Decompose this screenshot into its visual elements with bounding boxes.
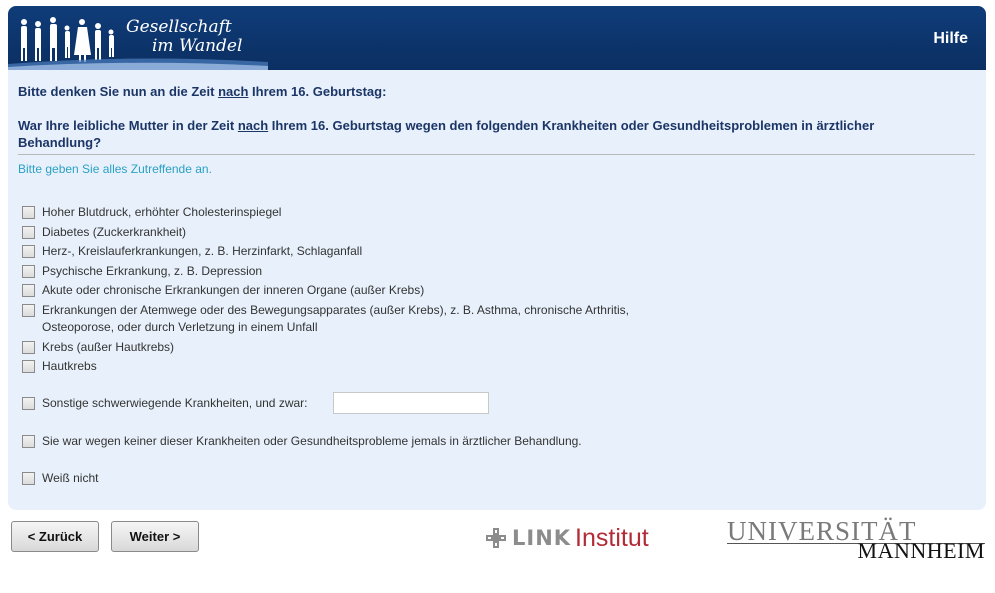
question-emphasis: nach xyxy=(237,118,269,133)
option-label: Diabetes (Zuckerkrankheit) xyxy=(42,225,187,239)
option-cancer[interactable]: Krebs (außer Hautkrebs) xyxy=(22,339,174,356)
checkbox[interactable] xyxy=(22,341,35,354)
checkbox[interactable] xyxy=(22,245,35,258)
option-label: Psychische Erkrankung, z. B. Depression xyxy=(42,264,263,278)
checkbox[interactable] xyxy=(22,226,35,239)
uni-line2: MANNHEIM xyxy=(857,538,985,563)
question-text: War Ihre leibliche Mutter in der Zeit na… xyxy=(18,117,918,151)
option-mental-illness[interactable]: Psychische Erkrankung, z. B. Depression xyxy=(22,263,262,280)
header-title-line2: im Wandel xyxy=(152,36,243,56)
option-label: Hoher Blutdruck, erhöhter Cholesterinspi… xyxy=(42,205,282,219)
option-label: Weiß nicht xyxy=(42,471,99,485)
option-label: Sonstige schwerwiegende Krankheiten, und… xyxy=(42,396,308,410)
option-high-blood-pressure[interactable]: Hoher Blutdruck, erhöhter Cholesterinspi… xyxy=(22,204,281,221)
university-mannheim-logo: UNIVERSITÄT MANNHEIM xyxy=(727,516,987,563)
option-other-serious[interactable]: Sonstige schwerwiegende Krankheiten, und… xyxy=(22,395,308,412)
link-word: LINK xyxy=(512,526,572,550)
divider xyxy=(18,154,975,155)
option-label: Krebs (außer Hautkrebs) xyxy=(42,340,175,354)
option-respiratory-musculoskeletal[interactable]: Erkrankungen der Atemwege oder des Beweg… xyxy=(22,302,702,336)
checkbox[interactable] xyxy=(22,397,35,410)
checkbox[interactable] xyxy=(22,435,35,448)
intro-suffix: Ihrem 16. Geburtstag: xyxy=(248,84,387,99)
instruction-text: Bitte geben Sie alles Zutreffende an. xyxy=(18,162,212,176)
checkbox[interactable] xyxy=(22,360,35,373)
question-panel: Bitte denken Sie nun an die Zeit nach Ih… xyxy=(8,70,986,510)
option-label: Akute oder chronische Erkrankungen der i… xyxy=(42,283,425,297)
option-skin-cancer[interactable]: Hautkrebs xyxy=(22,358,97,375)
option-label: Herz-, Kreislauferkrankungen, z. B. Herz… xyxy=(42,244,363,258)
checkbox[interactable] xyxy=(22,284,35,297)
header-title-line1: Gesellschaft xyxy=(126,17,232,37)
institut-word: Institut xyxy=(575,523,649,552)
survey-header: Gesellschaft im Wandel Hilfe xyxy=(8,6,986,70)
option-label: Sie war wegen keiner dieser Krankheiten … xyxy=(42,434,582,448)
question-intro: Bitte denken Sie nun an die Zeit nach Ih… xyxy=(18,83,918,100)
link-plus-icon xyxy=(486,528,506,548)
option-none[interactable]: Sie war wegen keiner dieser Krankheiten … xyxy=(22,433,582,450)
option-label: Erkrankungen der Atemwege oder des Beweg… xyxy=(42,303,629,334)
help-link[interactable]: Hilfe xyxy=(933,30,968,48)
header-swoosh-decoration xyxy=(8,58,268,70)
option-cardiovascular[interactable]: Herz-, Kreislauferkrankungen, z. B. Herz… xyxy=(22,243,362,260)
question-prefix: War Ihre leibliche Mutter in der Zeit xyxy=(18,118,238,133)
header-title: Gesellschaft im Wandel xyxy=(126,18,242,56)
option-dont-know[interactable]: Weiß nicht xyxy=(22,470,98,487)
next-button[interactable]: Weiter > xyxy=(111,521,199,552)
checkbox[interactable] xyxy=(22,472,35,485)
option-diabetes[interactable]: Diabetes (Zuckerkrankheit) xyxy=(22,224,186,241)
checkbox[interactable] xyxy=(22,265,35,278)
link-institut-logo: LINK Institut xyxy=(486,522,649,554)
intro-emphasis: nach xyxy=(218,84,249,99)
option-label: Hautkrebs xyxy=(42,359,97,373)
checkbox[interactable] xyxy=(22,304,35,317)
option-internal-organs[interactable]: Akute oder chronische Erkrankungen der i… xyxy=(22,282,424,299)
checkbox[interactable] xyxy=(22,206,35,219)
back-button[interactable]: < Zurück xyxy=(11,521,99,552)
other-illness-input[interactable] xyxy=(333,392,489,414)
intro-prefix: Bitte denken Sie nun an die Zeit xyxy=(18,84,219,99)
